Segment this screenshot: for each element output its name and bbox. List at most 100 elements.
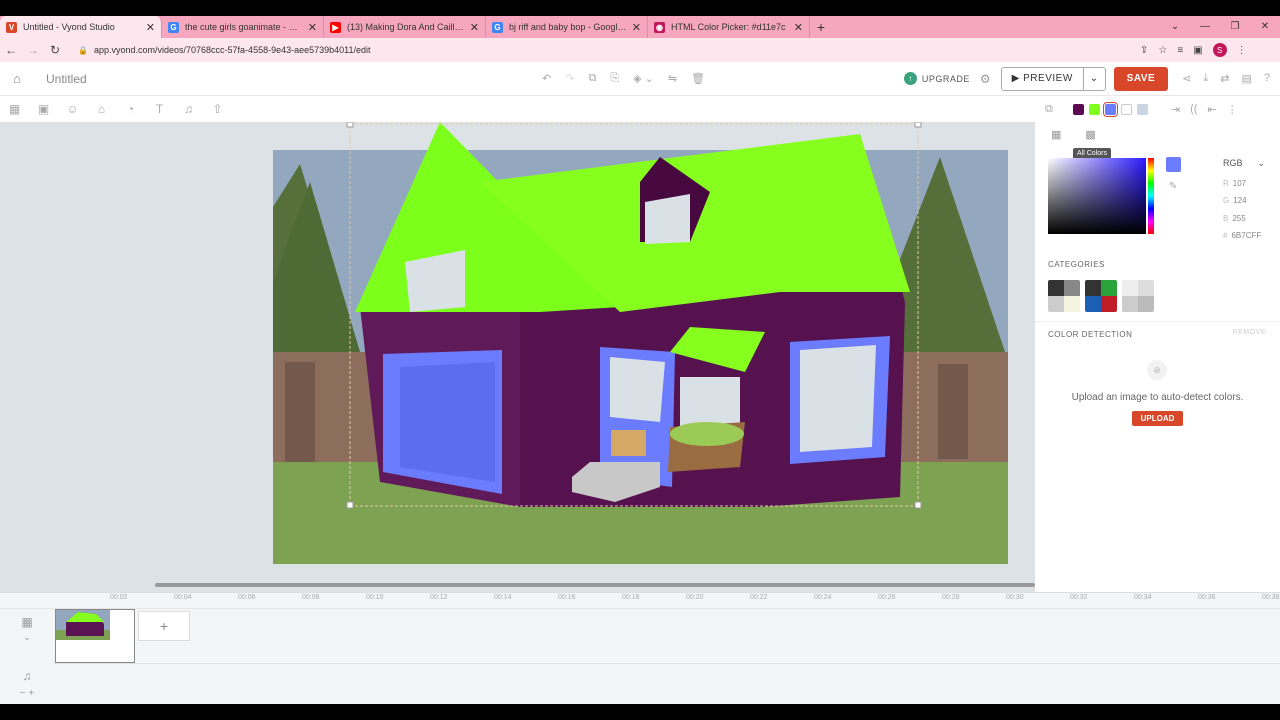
close-tab-icon[interactable]: ✕ bbox=[632, 21, 641, 34]
transfer-icon[interactable]: ⇄ bbox=[1220, 72, 1229, 85]
g-field[interactable]: G 124 bbox=[1223, 196, 1247, 205]
upgrade-icon: ↑ bbox=[903, 72, 917, 85]
canvas-stage[interactable] bbox=[0, 121, 1035, 592]
hex-field[interactable]: #6B7CFF bbox=[1223, 231, 1261, 240]
b-field[interactable]: B 255 bbox=[1223, 214, 1246, 223]
swatch-4[interactable] bbox=[1136, 103, 1148, 115]
browser-tab-2[interactable]: ▶ (13) Making Dora And Caillou Gr ✕ bbox=[324, 16, 486, 38]
add-scene-button[interactable]: + bbox=[138, 611, 190, 641]
browser-tab-3[interactable]: Gbj riff and baby bop - Google Se ✕ bbox=[486, 16, 648, 38]
scene-layout-icon[interactable]: ⧉ bbox=[1045, 103, 1053, 116]
category-light[interactable] bbox=[1122, 280, 1154, 312]
bookmark-star-icon[interactable]: ☆ bbox=[1158, 45, 1167, 56]
upload-button[interactable]: UPLOAD bbox=[1132, 411, 1183, 426]
time-ruler[interactable]: 00:02 00:04 00:06 00:08 00:10 00:12 00:14 00:16… bbox=[0, 593, 1280, 609]
reading-list-icon[interactable]: ≡ bbox=[1177, 45, 1183, 56]
close-tab-icon[interactable]: ✕ bbox=[146, 21, 155, 34]
swatch-3[interactable] bbox=[1120, 103, 1132, 115]
scene-track-icon[interactable]: ▦ ⌄ bbox=[0, 615, 54, 643]
close-tab-icon[interactable]: ✕ bbox=[794, 21, 803, 34]
character-icon[interactable]: ☺ bbox=[58, 102, 87, 116]
r-field[interactable]: R 107 bbox=[1223, 179, 1246, 188]
notes-icon[interactable]: ▤ bbox=[1241, 72, 1251, 85]
tab-all-colors-icon[interactable]: ▩ bbox=[1085, 128, 1095, 141]
video-title[interactable]: Untitled bbox=[46, 72, 526, 86]
exit-effect-icon[interactable]: ⇤ bbox=[1207, 103, 1216, 116]
browser-tab-1[interactable]: Gthe cute girls goanimate - Google✕ bbox=[162, 16, 324, 38]
time-tick: 00:04 bbox=[174, 594, 192, 601]
share-icon[interactable]: ⇪ bbox=[1140, 45, 1148, 56]
redo-icon[interactable]: ↷ bbox=[565, 72, 574, 85]
help-icon[interactable]: ? bbox=[1264, 72, 1270, 85]
copy-icon[interactable]: ⧉ bbox=[588, 72, 596, 85]
browser-tab-0[interactable]: V Untitled - Vyond Studio ✕ bbox=[0, 16, 162, 38]
side-panel-icon[interactable]: ▣ bbox=[1193, 45, 1202, 56]
time-tick: 00:32 bbox=[1070, 594, 1088, 601]
template-icon[interactable]: ▦ bbox=[0, 102, 29, 116]
forward-icon[interactable]: → bbox=[22, 43, 44, 57]
swatch-0[interactable] bbox=[1072, 103, 1084, 115]
share-video-icon[interactable]: ⋖ bbox=[1182, 72, 1191, 85]
home-icon[interactable]: ⌂ bbox=[0, 71, 34, 86]
reload-icon[interactable]: ↻ bbox=[44, 43, 66, 57]
category-grayscale[interactable] bbox=[1048, 280, 1080, 312]
os-top-bar bbox=[0, 0, 1280, 16]
close-tab-icon[interactable]: ✕ bbox=[308, 21, 317, 34]
canvas-scrollbar[interactable] bbox=[155, 583, 1035, 587]
close-tab-icon[interactable]: ✕ bbox=[470, 21, 479, 34]
chart-icon[interactable]: ◔ bbox=[116, 102, 145, 116]
remove-button[interactable]: REMOVE bbox=[1233, 329, 1266, 336]
color-swatch-row: ⧉ ⇥ (( ⇤ ⋮ bbox=[1035, 96, 1280, 122]
browser-menu-icon[interactable]: ⋮ bbox=[1237, 45, 1247, 56]
enter-effect-icon[interactable]: ⇥ bbox=[1171, 103, 1180, 116]
minimize-icon[interactable]: — bbox=[1190, 16, 1220, 38]
new-tab-button[interactable]: + bbox=[810, 16, 832, 38]
eyedropper-icon[interactable]: ✎ bbox=[1169, 181, 1177, 192]
hue-slider[interactable] bbox=[1148, 158, 1154, 234]
download-icon[interactable]: ⤓ bbox=[1203, 72, 1208, 85]
tab-search-icon[interactable]: ⌄ bbox=[1160, 16, 1190, 38]
delete-icon[interactable]: 🗑 bbox=[691, 72, 705, 85]
audio-icon[interactable]: ♫ bbox=[174, 102, 203, 116]
close-window-icon[interactable]: ✕ bbox=[1250, 16, 1280, 38]
maximize-icon[interactable]: ❐ bbox=[1220, 16, 1250, 38]
zoom-controls[interactable]: − + bbox=[0, 688, 54, 699]
motion-path-icon[interactable]: (( bbox=[1190, 103, 1197, 116]
scene-icon[interactable]: ▣ bbox=[29, 102, 58, 116]
browser-tab-strip: V Untitled - Vyond Studio ✕ Gthe cute girls… bbox=[0, 16, 1280, 38]
scene-thumbnail[interactable] bbox=[55, 609, 135, 663]
color-mode-select[interactable]: RGB ⌄ bbox=[1223, 158, 1265, 169]
text-icon[interactable]: T bbox=[145, 102, 174, 116]
paste-icon[interactable]: ⎘ bbox=[610, 72, 619, 85]
time-tick: 00:34 bbox=[1134, 594, 1152, 601]
back-icon[interactable]: ← bbox=[0, 43, 22, 57]
preview-button[interactable]: ▶ PREVIEW ⌄ bbox=[1000, 66, 1106, 91]
browser-tab-4[interactable]: ◉ HTML Color Picker: #d11e7c ✕ bbox=[648, 16, 810, 38]
saturation-picker[interactable] bbox=[1048, 158, 1146, 234]
address-bar: ← → ↻ 🔒 app.vyond.com/videos/70768ccc-57f… bbox=[0, 38, 1280, 62]
props-icon[interactable]: ⌂ bbox=[87, 102, 116, 116]
tab-palette-icon[interactable]: ▦ bbox=[1051, 128, 1061, 141]
settings-gear-icon[interactable]: ⚙ bbox=[980, 72, 991, 86]
time-tick: 00:02 bbox=[110, 594, 128, 601]
upload-icon[interactable]: ⇧ bbox=[203, 102, 232, 116]
undo-icon[interactable]: ↶ bbox=[542, 72, 551, 85]
upgrade-button[interactable]: ↑ UPGRADE bbox=[903, 72, 970, 85]
play-icon: ▶ bbox=[1011, 73, 1020, 84]
current-color-swatch bbox=[1166, 157, 1181, 172]
music-track-icon[interactable]: ♫ bbox=[0, 669, 54, 683]
profile-avatar[interactable]: S bbox=[1212, 43, 1227, 57]
swatch-1[interactable] bbox=[1088, 103, 1100, 115]
audio-track[interactable] bbox=[54, 663, 1280, 689]
flip-icon[interactable]: ⇋ bbox=[668, 72, 677, 85]
time-tick: 00:10 bbox=[366, 594, 384, 601]
preview-dropdown-icon[interactable]: ⌄ bbox=[1082, 67, 1105, 90]
more-options-icon[interactable]: ⋮ bbox=[1227, 103, 1238, 116]
time-tick: 00:14 bbox=[494, 594, 512, 601]
layers-icon[interactable]: ◈ ⌄ bbox=[633, 72, 654, 85]
save-button[interactable]: SAVE bbox=[1113, 66, 1169, 91]
url-field[interactable]: 🔒 app.vyond.com/videos/70768ccc-57fa-4558… bbox=[72, 41, 1132, 59]
scene-canvas[interactable] bbox=[0, 121, 1035, 592]
category-primary[interactable] bbox=[1085, 280, 1117, 312]
swatch-2[interactable] bbox=[1102, 101, 1118, 117]
